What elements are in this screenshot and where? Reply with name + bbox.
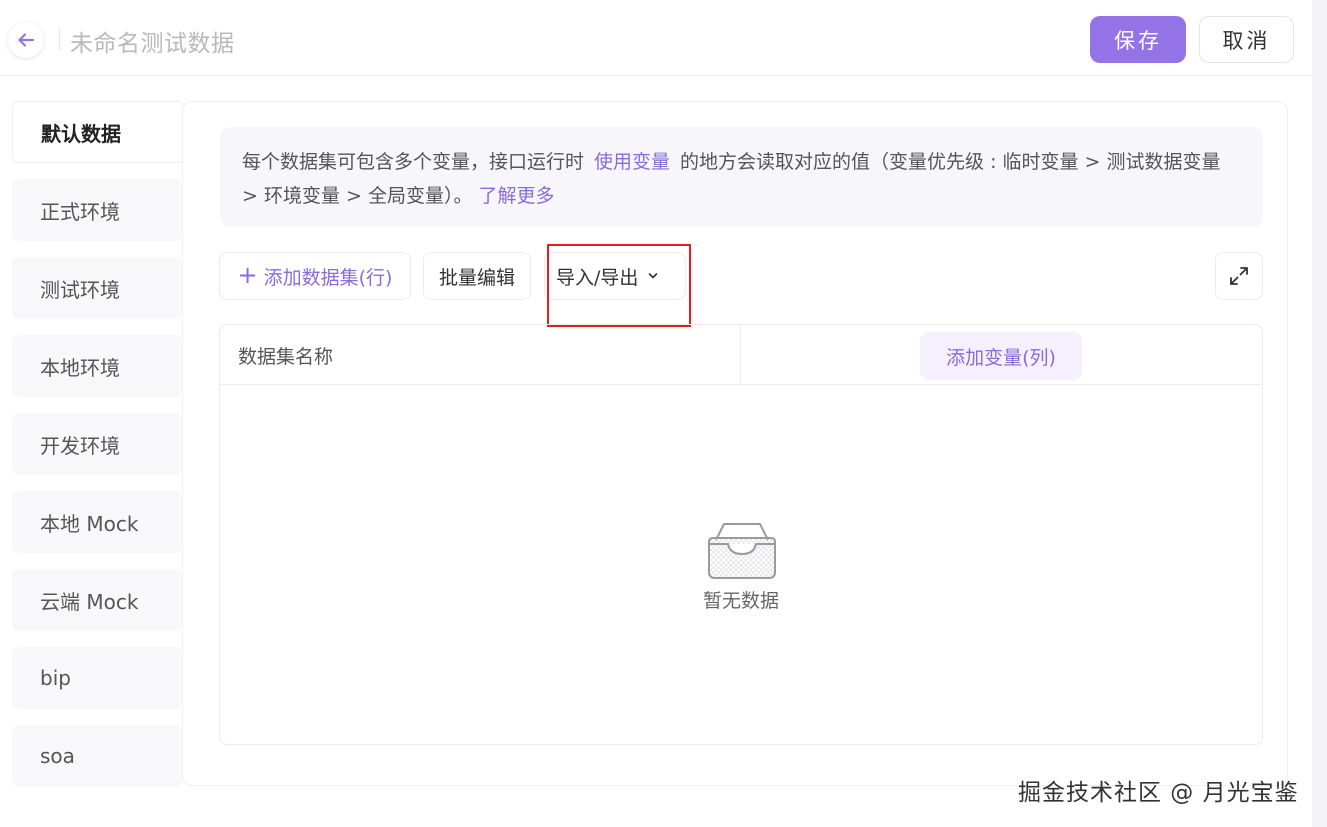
info-notice: 每个数据集可包含多个变量，接口运行时 使用变量 的地方会读取对应的值（变量优先级 :… [220, 127, 1263, 227]
header-divider [59, 28, 60, 50]
watermark-text: 掘金技术社区 @ 月光宝鉴 [1018, 780, 1299, 806]
sidebar-item-local[interactable]: 本地环境 [12, 335, 182, 397]
sidebar-item-label: 本地 Mock [40, 511, 139, 536]
page-header: 未命名测试数据 保存 取消 [0, 0, 1312, 76]
sidebar-item-cloud-mock[interactable]: 云端 Mock [12, 569, 182, 631]
empty-state-text: 暂无数据 [702, 590, 779, 612]
column-header-dataset-name: 数据集名称 [238, 346, 334, 368]
use-variable-link[interactable]: 使用变量 [594, 151, 670, 173]
expand-icon [1230, 267, 1248, 285]
learn-more-link[interactable]: 了解更多 [478, 185, 554, 207]
dataset-table: 数据集名称 添加变量(列) 暂无数据 [219, 324, 1263, 745]
plus-icon: + [237, 261, 258, 289]
add-dataset-button[interactable]: + 添加数据集(行) [219, 252, 411, 300]
document-title-input[interactable]: 未命名测试数据 [70, 24, 235, 58]
highlight-annotation-box [547, 244, 691, 327]
sidebar-item-soa[interactable]: soa [12, 725, 182, 787]
sidebar-item-local-mock[interactable]: 本地 Mock [12, 491, 182, 553]
sidebar-item-label: soa [40, 744, 75, 768]
empty-box-icon [708, 523, 776, 579]
column-divider [740, 325, 741, 385]
back-button[interactable] [8, 22, 44, 58]
sidebar-item-default-data[interactable]: 默认数据 [12, 101, 184, 163]
sidebar-item-label: 默认数据 [41, 121, 121, 146]
sidebar-item-label: 正式环境 [40, 199, 120, 224]
sidebar-item-label: 测试环境 [40, 277, 120, 302]
add-dataset-label: 添加数据集(行) [263, 266, 393, 289]
right-scroll-rail [1312, 0, 1327, 827]
add-variable-button[interactable]: 添加变量(列) [920, 332, 1082, 380]
arrow-left-icon [18, 33, 35, 47]
info-text-part1: 每个数据集可包含多个变量，接口运行时 [242, 151, 585, 173]
sidebar-item-label: bip [40, 666, 71, 690]
sidebar-item-testing[interactable]: 测试环境 [12, 257, 182, 319]
sidebar-item-label: 本地环境 [40, 355, 120, 380]
sidebar-item-bip[interactable]: bip [12, 647, 182, 709]
sidebar-item-label: 云端 Mock [40, 589, 139, 614]
bulk-edit-button[interactable]: 批量编辑 [423, 252, 531, 300]
sidebar-item-label: 开发环境 [40, 433, 120, 458]
cancel-button[interactable]: 取消 [1199, 16, 1294, 63]
table-header: 数据集名称 添加变量(列) [220, 325, 1262, 385]
save-button[interactable]: 保存 [1090, 16, 1186, 63]
fullscreen-button[interactable] [1215, 252, 1263, 300]
sidebar-item-development[interactable]: 开发环境 [12, 413, 182, 475]
sidebar-item-production[interactable]: 正式环境 [12, 179, 182, 241]
